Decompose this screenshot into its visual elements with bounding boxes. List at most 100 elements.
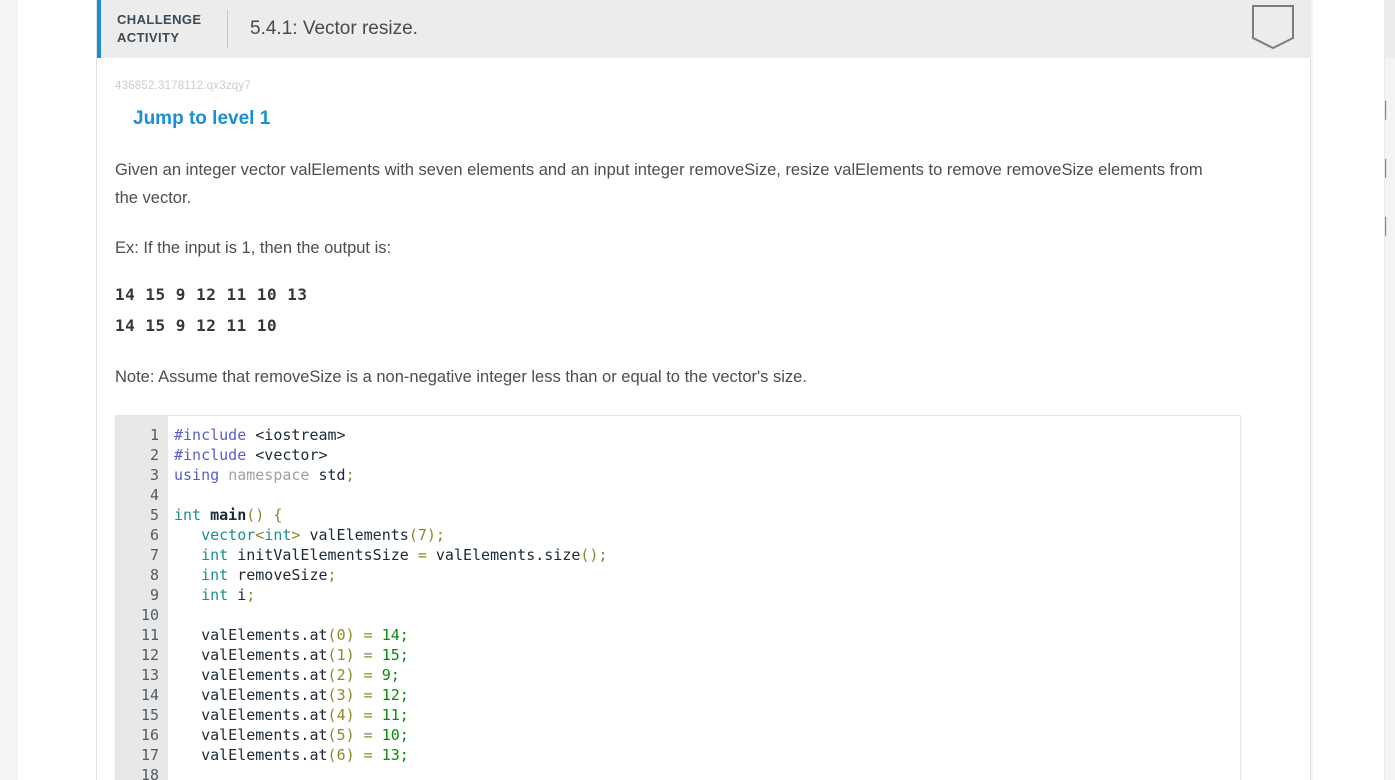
left-rail — [18, 0, 97, 780]
code-token: ) — [345, 685, 355, 704]
code-token: 7 — [417, 525, 427, 544]
code-text: valElements.at(0) = 14; — [168, 625, 409, 645]
code-token: initValElementsSize — [237, 545, 418, 564]
code-text: int initValElementsSize = valElements.si… — [168, 545, 607, 565]
code-token: valElements.at — [174, 685, 328, 704]
code-line: 8 int removeSize; — [116, 565, 1240, 585]
line-number: 15 — [140, 705, 159, 724]
code-token: 11 — [381, 705, 400, 724]
code-token: <iostream> — [255, 425, 346, 444]
code-token: = — [417, 545, 427, 564]
page-root: CHALLENGE ACTIVITY 5.4.1: Vector resize.… — [0, 0, 1395, 780]
line-number: 2 — [149, 445, 159, 464]
code-token: valElements.at — [174, 705, 328, 724]
example-output: 14 15 9 12 11 10 13 14 15 9 12 11 10 — [115, 280, 1311, 341]
code-token: removeSize — [237, 565, 328, 584]
code-token: ; — [399, 625, 409, 644]
code-token: = — [354, 745, 382, 764]
code-text: #include <iostream> — [168, 425, 346, 445]
line-number: 6 — [149, 525, 159, 544]
code-token: ; — [399, 705, 409, 724]
code-line: 7 int initValElementsSize = valElements.… — [116, 545, 1240, 565]
code-text: valElements.at(6) = 13; — [168, 745, 409, 765]
line-number: 7 — [149, 545, 159, 564]
code-token: std — [318, 465, 346, 484]
header-divider — [227, 10, 228, 48]
code-text: valElements.at(5) = 10; — [168, 725, 409, 745]
code-line: 10 — [116, 605, 1240, 625]
code-token: valElements.size — [426, 545, 581, 564]
line-number: 4 — [149, 485, 159, 504]
code-line: 5 int main() { — [116, 505, 1240, 525]
code-token: 0 — [336, 625, 346, 644]
line-number: 5 — [149, 505, 159, 524]
code-token: ( — [327, 685, 337, 704]
jump-to-level-link[interactable]: Jump to level 1 — [133, 108, 1311, 130]
line-number: 16 — [140, 725, 159, 744]
line-number: 8 — [149, 565, 159, 584]
code-text: int i; — [168, 585, 255, 605]
code-token: 15 — [381, 645, 400, 664]
example-output-line: 14 15 9 12 11 10 — [115, 315, 278, 335]
example-output-line: 14 15 9 12 11 10 13 — [115, 285, 308, 305]
code-token: 14 — [381, 625, 400, 644]
code-token: ; — [390, 665, 400, 684]
code-token: ; — [399, 685, 409, 704]
code-content[interactable]: 1 #include <iostream> 2 #include <vector> 3 u… — [116, 416, 1240, 780]
code-token: using — [174, 465, 229, 484]
code-token: int — [264, 525, 292, 544]
activity-header: CHALLENGE ACTIVITY 5.4.1: Vector resize. — [97, 0, 1311, 58]
code-text: valElements.at(4) = 11; — [168, 705, 409, 725]
code-token: ; — [435, 525, 445, 544]
challenge-activity-card: CHALLENGE ACTIVITY 5.4.1: Vector resize.… — [97, 0, 1395, 780]
code-token: #include — [174, 445, 256, 464]
code-text: valElements.at(1) = 15; — [168, 645, 409, 665]
code-token: int — [201, 565, 238, 584]
code-token: valElements.at — [174, 745, 328, 764]
code-token: ) — [345, 645, 355, 664]
code-token: #include — [174, 425, 256, 444]
activity-kicker-line2: ACTIVITY — [117, 30, 180, 45]
code-text: valElements.at(2) = 9; — [168, 665, 400, 685]
code-text: valElements.at(3) = 12; — [168, 685, 409, 705]
code-line: 6 vector<int> valElements(7); — [116, 525, 1240, 545]
code-token: = — [354, 645, 382, 664]
code-editor[interactable]: 1 #include <iostream> 2 #include <vector> 3 u… — [115, 414, 1241, 780]
code-token: 2 — [336, 665, 346, 684]
code-text: #include <vector> — [168, 445, 328, 465]
question-id: 436852.3178112.qx3zqy7 — [115, 80, 251, 92]
code-token: 5 — [336, 725, 346, 744]
code-text: vector<int> valElements(7); — [168, 525, 445, 545]
code-token: int — [174, 505, 211, 524]
code-line: 11 valElements.at(0) = 14; — [116, 625, 1240, 645]
code-line: 16 valElements.at(5) = 10; — [116, 725, 1240, 745]
code-token: ( — [327, 645, 337, 664]
code-token: = — [354, 725, 382, 744]
code-token: ; — [399, 725, 409, 744]
code-token: ( — [408, 525, 418, 544]
code-token: ) — [345, 625, 355, 644]
code-token: int — [201, 545, 238, 564]
code-line: 14 valElements.at(3) = 12; — [116, 685, 1240, 705]
code-token: int — [201, 585, 238, 604]
code-token: ) — [345, 725, 355, 744]
code-line: 13 valElements.at(2) = 9; — [116, 665, 1240, 685]
code-token: <vector> — [255, 445, 328, 464]
activity-kicker-line1: CHALLENGE — [117, 12, 202, 28]
code-token: 12 — [381, 685, 400, 704]
line-number: 18 — [140, 765, 159, 780]
code-token: = — [354, 705, 382, 724]
line-number: 14 — [140, 685, 159, 704]
code-token: valElements.at — [174, 645, 328, 664]
code-token: valElements.at — [174, 725, 328, 744]
code-line: 9 int i; — [116, 585, 1240, 605]
header-bookmark-button[interactable] — [1251, 4, 1295, 57]
code-token: ; — [327, 565, 337, 584]
code-text: int removeSize; — [168, 565, 337, 585]
activity-body: 436852.3178112.qx3zqy7 Jump to level 1 G… — [97, 58, 1311, 780]
code-token: ( — [327, 705, 337, 724]
